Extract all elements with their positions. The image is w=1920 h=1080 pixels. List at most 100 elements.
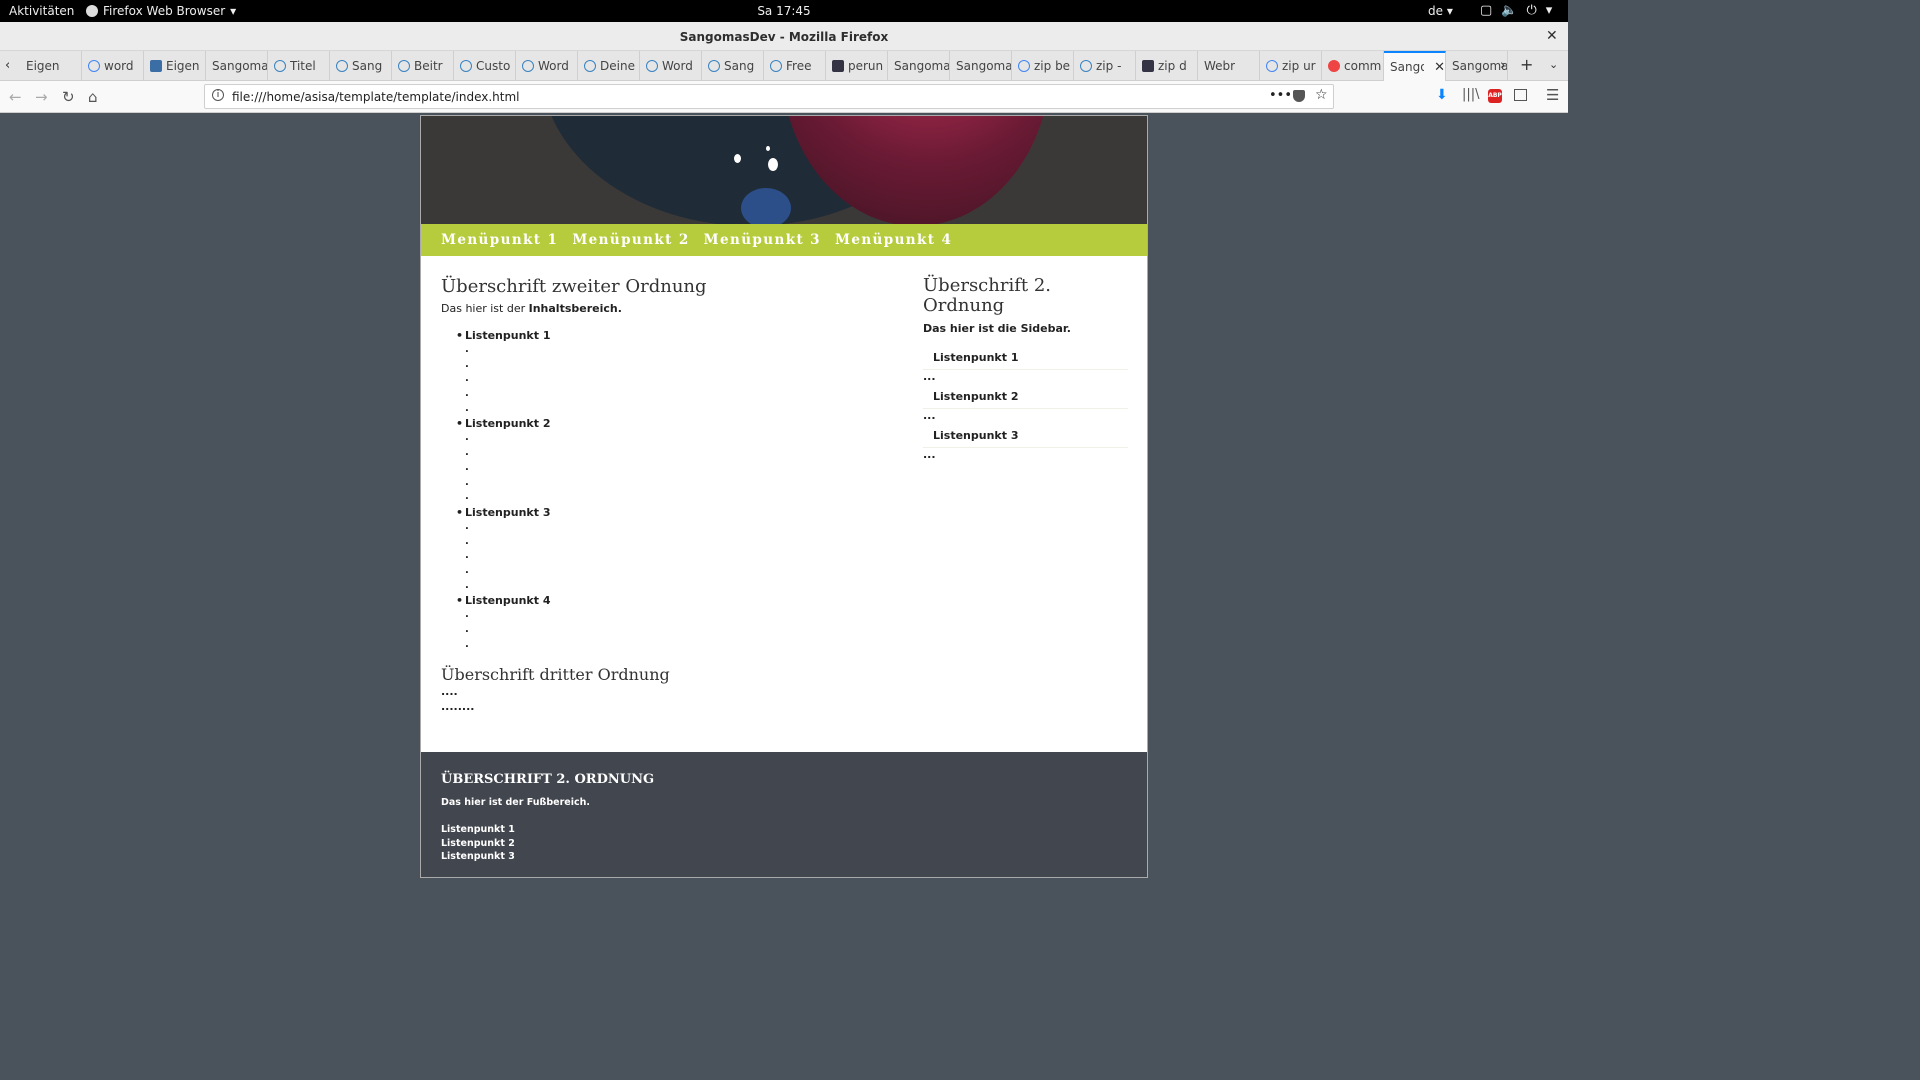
tab-20[interactable]: zip ur (1260, 51, 1322, 81)
tab-favicon-icon (460, 60, 472, 72)
tab-11[interactable]: Sang (702, 51, 764, 81)
site-info-icon[interactable]: i (212, 89, 224, 101)
sidebar-ellipsis: ... (923, 409, 936, 422)
tab-16[interactable]: zip be (1012, 51, 1074, 81)
tab-8[interactable]: Word (516, 51, 578, 81)
close-tab-icon[interactable]: ✕ (1434, 60, 1445, 75)
tab-label: Sangoma (1452, 59, 1507, 73)
window-close-button[interactable]: ✕ (1546, 28, 1558, 44)
list-dot: . (465, 344, 469, 355)
web-page: Menüpunkt 1 Menüpunkt 2 Menüpunkt 3 Menüpun… (420, 115, 1148, 878)
tab-5[interactable]: Sang (330, 51, 392, 81)
content-area: Überschrift zweiter Ordnung Das hier ist… (441, 276, 881, 714)
tab-10[interactable]: Word (640, 51, 702, 81)
list-item: Listenpunkt 1..... (456, 328, 881, 416)
list-dot: . (465, 520, 469, 532)
tab-favicon-icon (1328, 60, 1340, 72)
tab-12[interactable]: Free (764, 51, 826, 81)
tab-favicon-icon (1142, 60, 1154, 72)
url-text[interactable]: file:///home/asisa/template/template/ind… (232, 90, 520, 104)
tab-label: Sang (352, 59, 383, 73)
tab-3[interactable]: Sangoma (206, 51, 268, 81)
tabs-scroll-right-button[interactable]: › (1500, 58, 1505, 73)
forward-button[interactable]: → (35, 88, 48, 106)
pocket-icon[interactable] (1293, 90, 1305, 102)
tab-favicon-icon (584, 60, 596, 72)
sidebar-item-1[interactable]: Listenpunkt 1 (923, 349, 1128, 370)
tab-favicon-icon (770, 60, 782, 72)
volume-icon: 🔈 (1501, 3, 1518, 18)
tab-19[interactable]: Webr (1198, 51, 1260, 81)
page-actions-menu-button[interactable]: ••• (1269, 88, 1292, 103)
navigation-toolbar: ← → ↻ ⌂ i file:///home/asisa/template/te… (0, 81, 1568, 113)
home-button[interactable]: ⌂ (88, 88, 98, 106)
tab-favicon-icon (274, 60, 286, 72)
new-tab-button[interactable]: + (1520, 55, 1533, 74)
tab-label: Custo (476, 59, 511, 73)
clock[interactable]: Sa 17:45 (757, 4, 810, 18)
tab-7[interactable]: Custo (454, 51, 516, 81)
main-navigation: Menüpunkt 1 Menüpunkt 2 Menüpunkt 3 Menüpun… (421, 224, 1147, 256)
list-all-tabs-button[interactable]: ⌄ (1549, 58, 1558, 71)
chevron-down-icon: ▾ (230, 4, 237, 18)
tab-label: zip be (1034, 59, 1071, 73)
reload-button[interactable]: ↻ (62, 88, 75, 106)
library-icon[interactable]: |||\ (1462, 87, 1480, 102)
tab-favicon-icon (708, 60, 720, 72)
tab-23[interactable]: Sangoma (1446, 51, 1508, 81)
sidebar-toggle-icon[interactable] (1514, 89, 1527, 101)
tab-label: Sangoma (212, 59, 267, 73)
url-bar[interactable]: i file:///home/asisa/template/template/i… (204, 84, 1334, 109)
tab-6[interactable]: Beitr (392, 51, 454, 81)
footer-item-3[interactable]: Listenpunkt 3 (441, 850, 1127, 864)
tab-9[interactable]: Deine (578, 51, 640, 81)
hamburger-menu-icon[interactable]: ☰ (1546, 86, 1559, 104)
tab-2[interactable]: Eigen (144, 51, 206, 81)
tab-18[interactable]: zip d (1136, 51, 1198, 81)
footer-item-1[interactable]: Listenpunkt 1 (441, 823, 1127, 837)
tab-4[interactable]: Titel (268, 51, 330, 81)
content-intro: Das hier ist der Inhaltsbereich. (441, 302, 622, 315)
sidebar-ellipsis: ... (923, 448, 936, 461)
tab-17[interactable]: zip - (1074, 51, 1136, 81)
tab-favicon-icon (398, 60, 410, 72)
sidebar-item-2[interactable]: Listenpunkt 2 (923, 388, 1128, 409)
downloads-icon[interactable]: ⬇ (1436, 87, 1448, 103)
tab-label: Deine (600, 59, 635, 73)
list-item: Listenpunkt 4... (456, 593, 881, 652)
menu-item-3[interactable]: Menüpunkt 3 (704, 232, 821, 248)
window-icon: ▢ (1480, 3, 1493, 18)
menu-item-4[interactable]: Menüpunkt 4 (835, 232, 952, 248)
content-line: ........ (441, 700, 475, 714)
system-menu[interactable]: ▢ 🔈 ⏻ ▾ (1480, 3, 1552, 18)
bookmark-star-icon[interactable]: ☆ (1315, 87, 1328, 103)
footer-item-2[interactable]: Listenpunkt 2 (441, 837, 1127, 851)
adblock-icon[interactable]: ABP (1488, 89, 1502, 103)
tab-label: Word (538, 59, 569, 73)
app-menu-label: Firefox Web Browser (103, 4, 226, 18)
tab-0[interactable]: Eigen (20, 51, 82, 81)
list-dot: . (465, 447, 469, 459)
sidebar-item-3[interactable]: Listenpunkt 3 (923, 427, 1128, 448)
menu-item-2[interactable]: Menüpunkt 2 (572, 232, 689, 248)
tab-strip: ‹ Eigen word Eigen Sangoma Titel Sang Beitr Cus… (0, 51, 1568, 81)
tab-favicon-icon (646, 60, 658, 72)
tab-1[interactable]: word (82, 51, 144, 81)
app-menu[interactable]: Firefox Web Browser ▾ (86, 4, 236, 18)
tab-15[interactable]: Sangoma (950, 51, 1012, 81)
footer: ÜBERSCHRIFT 2. ORDNUNG Das hier ist der … (421, 752, 1147, 877)
back-button[interactable]: ← (9, 88, 22, 106)
tab-label: word (104, 59, 134, 73)
window-titlebar: SangomasDev - Mozilla Firefox ✕ (0, 22, 1568, 51)
list-item: Listenpunkt 2..... (456, 416, 881, 504)
tab-13[interactable]: perun (826, 51, 888, 81)
tab-favicon-icon (1266, 60, 1278, 72)
activities-button[interactable]: Aktivitäten (9, 4, 74, 18)
tab-22[interactable]: Sango ✕ (1384, 51, 1446, 81)
tab-label: perun (848, 59, 884, 73)
tab-14[interactable]: Sangoma (888, 51, 950, 81)
language-indicator[interactable]: de ▾ (1428, 4, 1453, 18)
menu-item-1[interactable]: Menüpunkt 1 (441, 232, 558, 248)
tabs-scroll-left-button[interactable]: ‹ (5, 58, 10, 73)
tab-21[interactable]: comm (1322, 51, 1384, 81)
